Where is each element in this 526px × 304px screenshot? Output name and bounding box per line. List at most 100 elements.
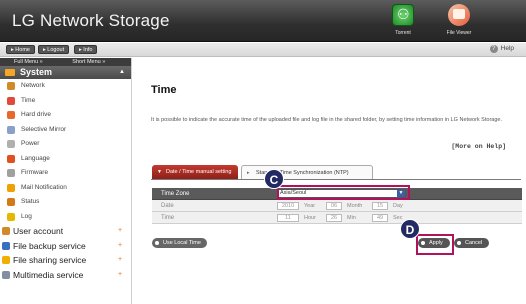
logout-label: Logout [47,47,65,53]
file-viewer-label: File Viewer [446,30,472,36]
file-backup-icon [2,241,10,250]
sidebar-item-file-sharing-service[interactable]: File sharing service + [0,253,131,268]
sidebar-item-label: Mail Notification [21,183,67,191]
time-row: Time 11 Hour 26 Min 49 Sec [152,212,522,224]
multimedia-icon [2,270,10,279]
sidebar-item-network[interactable]: Network [0,79,131,94]
sidebar-section-system[interactable]: System ▲ [0,66,131,79]
file-viewer-button[interactable]: File Viewer [436,4,482,36]
callout-d: D [400,219,420,239]
language-icon [7,154,15,163]
power-icon [7,140,15,148]
expand-icon: + [118,270,123,278]
menu-toggle-bar: Full Menu » Short Menu » [0,58,131,66]
sidebar: Full Menu » Short Menu » System ▲ Networ… [0,58,132,304]
expand-icon: + [118,256,123,263]
log-icon [7,212,15,221]
sidebar-item-label: Status [21,198,40,205]
sidebar-item-label: Time [21,96,36,104]
mail-icon [7,183,15,192]
home-label: Home [15,47,30,53]
sidebar-item-log[interactable]: Log [0,210,131,225]
sidebar-item-label: User account [13,226,64,236]
day-unit: Day [393,203,403,209]
page-title: Time [151,84,177,96]
sidebar-item-language[interactable]: Language [0,152,131,167]
hour-field: 11 [277,214,299,222]
date-row: Date 2010 Year 06 Month 15 Day [152,200,522,212]
logout-button[interactable]: ▸ Logout [38,45,70,54]
sidebar-item-power[interactable]: Power [0,137,131,152]
hard-drive-icon [7,111,15,119]
sidebar-item-label: Power [21,140,40,147]
app-title: LG Network Storage [12,11,170,30]
sidebar-item-firmware[interactable]: Firmware [0,166,131,181]
sidebar-item-time[interactable]: Time [0,94,131,109]
callout-c: C [264,169,284,189]
more-help-link[interactable]: [More on Help] [451,143,506,150]
file-viewer-icon [448,4,470,26]
month-unit: Month [347,203,363,209]
full-menu-link[interactable]: Full Menu » [14,58,43,66]
year-field: 2010 [277,202,299,210]
tab-arrow-icon: ▼ [157,169,162,175]
sidebar-item-label: Language [21,154,50,162]
tab-ntp-sync[interactable]: ▸ Standard Time Synchronization (NTP) [241,165,373,179]
sidebar-item-hard-drive[interactable]: Hard drive [0,108,131,123]
hour-unit: Hour [304,215,316,221]
month-field: 06 [326,202,342,210]
info-button[interactable]: ▸ Info [74,45,98,54]
torrent-label: Torrent [395,30,411,36]
torrent-button[interactable]: Torrent [380,4,426,36]
sidebar-item-label: File backup service [13,240,86,251]
page-description: It is possible to indicate the accurate … [151,117,502,123]
collapse-icon: ▲ [119,69,125,75]
tab-divider [151,179,521,180]
sidebar-item-label: Selective Mirror [21,125,67,133]
info-label: Info [83,47,93,53]
main-menu: User account + File backup service + File sh… [0,224,131,282]
time-label: Time [161,215,175,221]
sidebar-item-user-account[interactable]: User account + [0,224,131,239]
system-icon [5,69,15,76]
main-content: Time It is possible to indicate the accu… [134,58,526,304]
firmware-icon [7,169,15,177]
user-account-icon [2,227,10,235]
minute-field: 26 [326,214,342,222]
time-zone-highlight [277,185,410,200]
sidebar-item-label: Multimedia service [13,269,84,280]
tab-manual-label: Date / Time manual setting [166,169,232,175]
sidebar-item-label: Network [21,82,45,89]
short-menu-link[interactable]: Short Menu » [72,58,105,66]
time-zone-label: Time Zone [161,191,190,197]
sidebar-item-file-backup-service[interactable]: File backup service + [0,239,131,254]
day-field: 15 [372,202,388,210]
minute-unit: Min [347,215,356,221]
tab-manual-setting[interactable]: ▼ Date / Time manual setting [152,165,238,179]
second-field: 49 [372,214,388,222]
sidebar-item-label: Hard drive [21,111,51,118]
mirror-icon [7,125,15,134]
network-icon [7,82,15,90]
header-bar: LG Network Storage Torrent File Viewer [0,0,526,42]
sidebar-item-selective-mirror[interactable]: Selective Mirror [0,123,131,138]
apply-highlight [416,234,454,255]
sidebar-item-label: File sharing service [13,255,87,265]
sidebar-item-status[interactable]: Status [0,195,131,210]
year-unit: Year [304,203,316,209]
system-submenu: Network Time Hard drive Selective Mirror Pow… [0,79,131,224]
file-sharing-icon [2,256,10,264]
cancel-button[interactable]: Cancel [454,238,489,248]
use-local-time-button[interactable]: Use Local Time [152,238,207,248]
torrent-icon [392,4,414,26]
help-button[interactable]: ? Help [489,45,514,53]
navigation-bar: ▸ Home ▸ Logout ▸ Info ? Help [0,43,526,57]
sidebar-item-multimedia-service[interactable]: Multimedia service + [0,268,131,283]
sidebar-item-label: Log [21,212,32,220]
tab-arrow-icon: ▸ [247,170,250,176]
home-button[interactable]: ▸ Home [6,45,35,54]
sidebar-item-mail-notification[interactable]: Mail Notification [0,181,131,196]
clock-icon [7,96,15,105]
help-icon: ? [489,45,498,53]
expand-icon: + [118,227,123,234]
